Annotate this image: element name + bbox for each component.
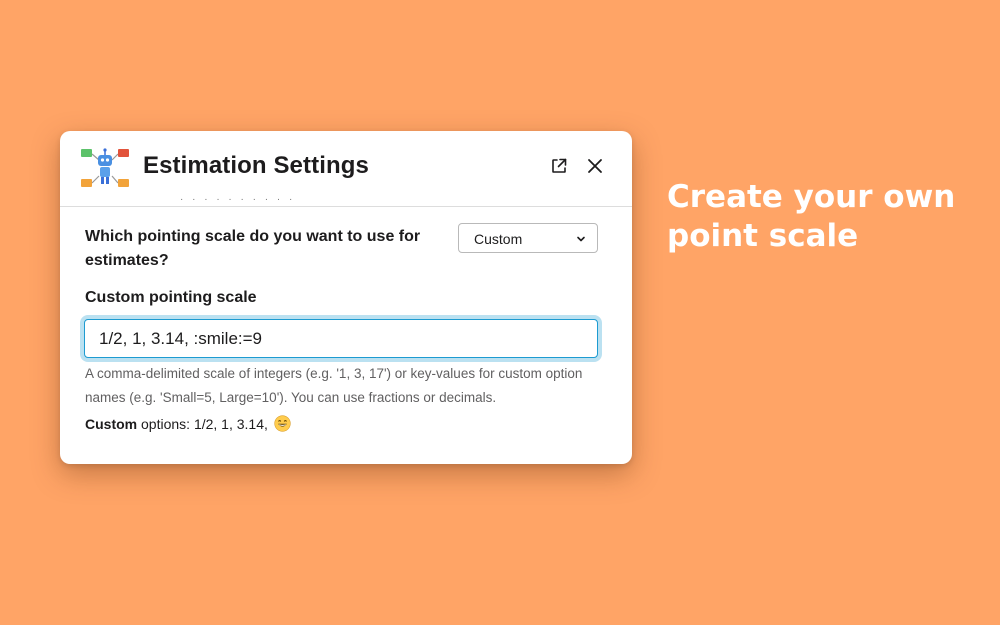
scale-question-label: Which pointing scale do you want to use …	[85, 228, 421, 269]
pointing-scale-select[interactable]: Custom	[458, 223, 598, 253]
close-button[interactable]	[584, 155, 606, 177]
open-external-icon	[552, 158, 567, 173]
estimation-settings-modal: Estimation Settings · · · · · · · · · · …	[60, 131, 632, 464]
custom-options-preview: Custom options: 1/2, 1, 3.14,	[85, 414, 291, 434]
promo-line-1: Create your own	[667, 179, 956, 215]
scrolled-text-remnant: · · · · · · · · · ·	[180, 194, 296, 205]
pointing-scale-selected-value: Custom	[474, 231, 523, 247]
promo-heading: Create your own point scale	[667, 178, 987, 256]
smile-emoji-icon	[274, 415, 291, 432]
options-prefix: Custom	[85, 416, 138, 432]
custom-scale-hint: A comma-delimited scale of integers (e.g…	[85, 366, 583, 405]
modal-title: Estimation Settings	[143, 152, 369, 179]
custom-scale-label: Custom pointing scale	[85, 289, 257, 306]
options-text: options: 1/2, 1, 3.14,	[137, 416, 272, 432]
promo-line-2: point scale	[667, 218, 859, 254]
estimation-bot-icon	[79, 146, 131, 191]
close-icon	[588, 159, 602, 173]
chevron-down-icon	[577, 236, 585, 242]
custom-scale-input[interactable]	[84, 319, 598, 358]
open-external-button[interactable]	[548, 155, 570, 177]
